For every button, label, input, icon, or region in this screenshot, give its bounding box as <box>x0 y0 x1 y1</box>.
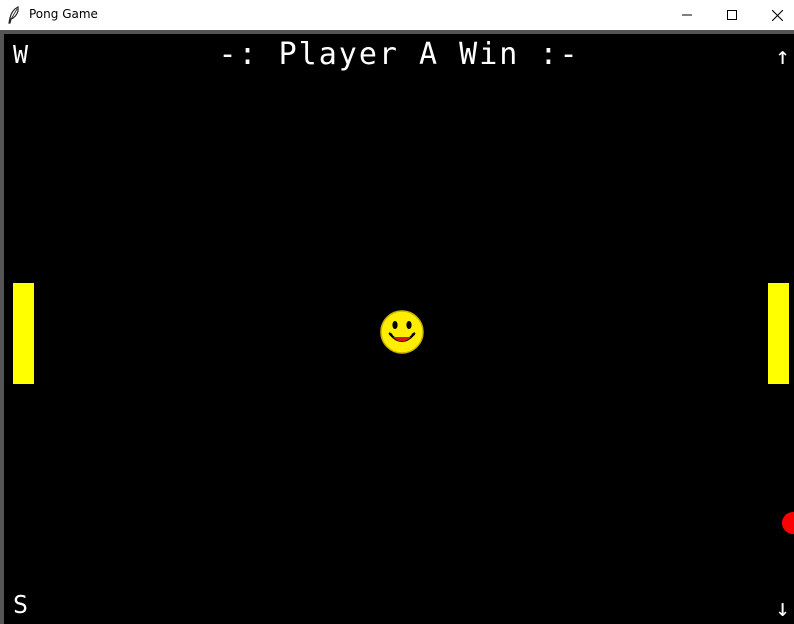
game-status-text: -: Player A Win :- <box>218 37 580 72</box>
title-bar[interactable]: Pong Game <box>0 0 794 30</box>
minimize-button[interactable] <box>664 0 710 30</box>
pong-game-window: Pong Game W -: Player A Win :- ↑ S ↓ <box>0 0 794 624</box>
player-a-down-key-label: S <box>13 590 29 619</box>
player-b-up-key-label: ↑ <box>775 42 790 70</box>
maximize-button[interactable] <box>709 0 755 30</box>
game-canvas[interactable]: W -: Player A Win :- ↑ S ↓ <box>4 34 794 624</box>
right-paddle <box>768 283 789 384</box>
minimize-icon <box>682 14 692 16</box>
window-title: Pong Game <box>29 7 98 21</box>
close-icon <box>771 9 783 21</box>
feather-icon <box>8 6 20 24</box>
smiley-face-icon <box>380 310 424 354</box>
maximize-icon <box>727 10 737 20</box>
ball <box>782 512 794 534</box>
left-paddle <box>13 283 34 384</box>
player-b-down-key-label: ↓ <box>775 594 790 622</box>
close-button[interactable] <box>754 0 794 30</box>
